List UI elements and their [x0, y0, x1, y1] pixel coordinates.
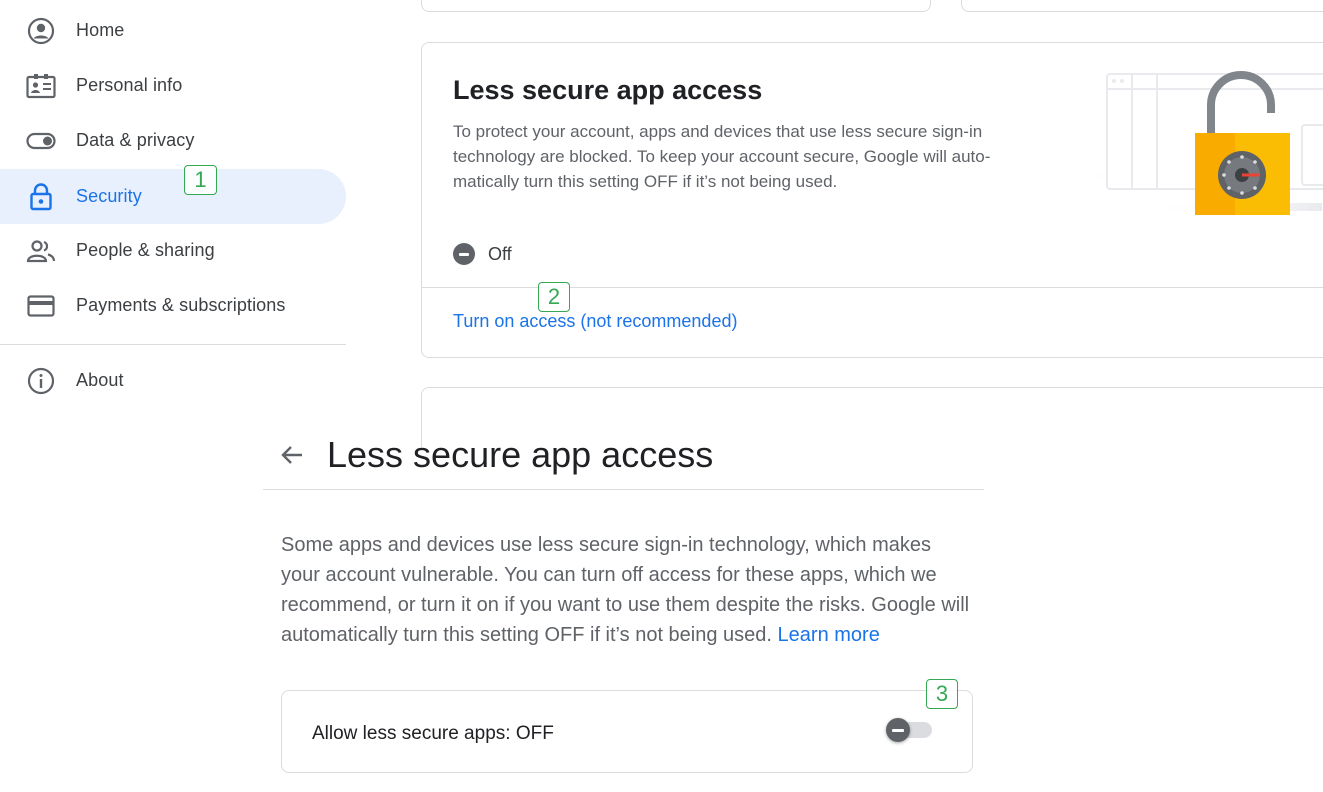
- sidebar-item-security[interactable]: Security: [0, 169, 346, 224]
- sidebar-item-personal-info[interactable]: Personal info: [0, 58, 346, 113]
- credit-card-icon: [26, 291, 56, 321]
- allow-less-secure-apps-card: Allow less secure apps: OFF: [281, 690, 973, 773]
- toggle-label: Allow less secure apps: OFF: [312, 723, 554, 744]
- sidebar-item-data-privacy[interactable]: Data & privacy: [0, 113, 346, 168]
- info-icon: [26, 366, 56, 396]
- toggle-knob: [886, 718, 910, 742]
- sidebar-item-label: Data & privacy: [76, 130, 195, 150]
- card-description: To protect your account, apps and device…: [453, 122, 991, 191]
- account-circle-icon: [26, 16, 56, 46]
- status-text: Off: [488, 243, 512, 264]
- sidebar-item-label: Security: [76, 186, 142, 206]
- sidebar-divider: [0, 344, 346, 345]
- page-title: Less secure app access: [327, 434, 714, 475]
- minus-circle-icon: [453, 243, 475, 265]
- sidebar-item-payments-subscriptions[interactable]: Payments & subscriptions: [0, 278, 346, 333]
- people-icon: [26, 236, 56, 266]
- toggle-icon: [26, 126, 56, 156]
- sidebar-item-label: Payments & subscriptions: [76, 295, 286, 315]
- card-title: Less secure app access: [453, 75, 763, 105]
- page-header: Less secure app access: [263, 420, 984, 490]
- sidebar-nav: Home Personal info Data & privacy Securi…: [0, 0, 346, 410]
- learn-more-link[interactable]: Learn more: [778, 624, 880, 646]
- lock-icon: [26, 182, 56, 212]
- sidebar-item-home[interactable]: Home: [0, 3, 346, 58]
- turn-on-access-link[interactable]: Turn on access (not recommended): [453, 311, 737, 332]
- card-stub-top-right: [961, 0, 1323, 12]
- sidebar-item-label: People & sharing: [76, 240, 215, 260]
- page-description: Some apps and devices use less secure si…: [281, 530, 971, 650]
- annotation-badge-2: 2: [538, 282, 570, 312]
- id-card-icon: [26, 71, 56, 101]
- annotation-badge-1: 1: [184, 165, 217, 195]
- sidebar-item-about[interactable]: About: [0, 353, 346, 408]
- sidebar-item-people-sharing[interactable]: People & sharing: [0, 223, 346, 278]
- allow-less-secure-apps-toggle[interactable]: [886, 718, 934, 742]
- sidebar-item-label: Personal info: [76, 75, 183, 95]
- card-stub-top-left: [421, 0, 931, 12]
- sidebar-item-label: About: [76, 370, 124, 390]
- back-arrow-icon[interactable]: [277, 440, 307, 470]
- sidebar-item-label: Home: [76, 20, 125, 40]
- status-row: Off: [453, 243, 512, 265]
- unlocked-padlock-illustration: [1072, 71, 1323, 215]
- annotation-badge-3: 3: [926, 679, 958, 709]
